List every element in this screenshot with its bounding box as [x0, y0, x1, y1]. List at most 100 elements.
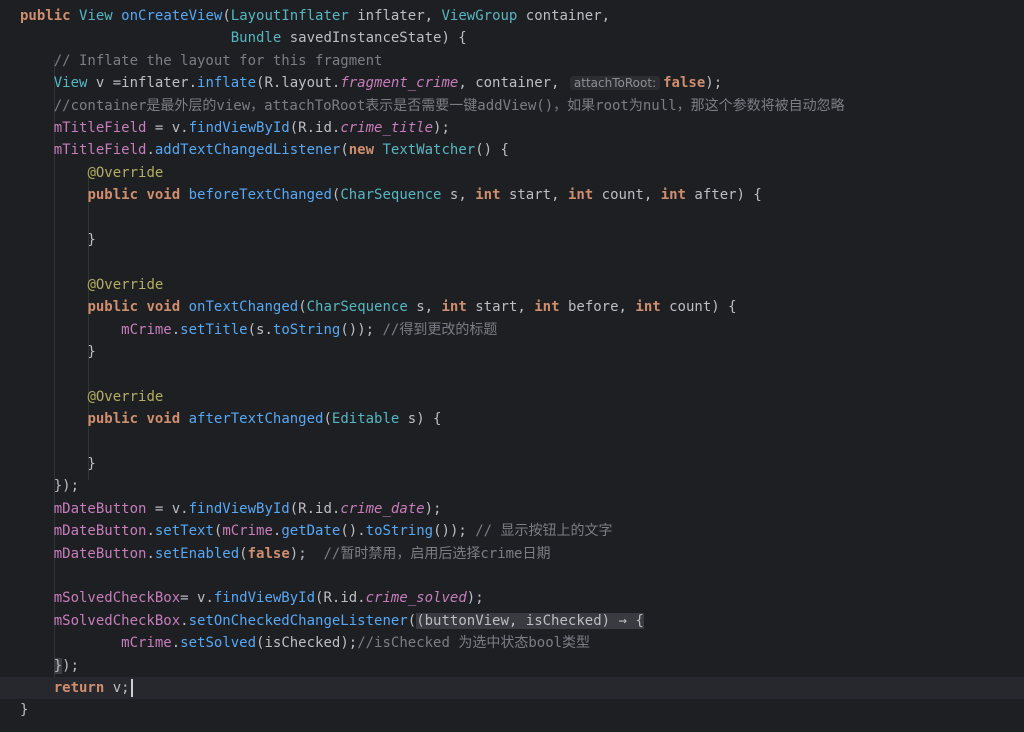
annotation-token: @Override	[87, 276, 164, 293]
code-token: = v.	[146, 120, 189, 136]
code-line[interactable]	[0, 363, 1024, 385]
code-token: .	[171, 635, 181, 652]
code-token: (	[298, 299, 307, 316]
lambda-token: (buttonView, isChecked) → {	[416, 612, 644, 629]
code-editor[interactable]: public View onCreateView(LayoutInflater …	[0, 0, 1024, 732]
comment-token: //isChecked 为选中状态bool类型	[357, 635, 591, 652]
code-line[interactable]: mCrime.setSolved(isChecked);//isChecked …	[0, 632, 1024, 654]
field-token: mDateButton	[53, 523, 147, 540]
code-token: before,	[559, 299, 636, 316]
code-line[interactable]: View v =inflater.inflate(R.layout.fragme…	[0, 72, 1024, 94]
code-line[interactable]: }	[0, 229, 1024, 251]
field-token: mDateButton	[53, 500, 147, 517]
keyword-token: void	[146, 299, 181, 316]
matched-brace: }	[53, 657, 63, 674]
method-token: onTextChanged	[188, 299, 299, 316]
method-token: setSolved	[180, 635, 257, 652]
code-token: container,	[517, 8, 611, 24]
code-token: (s.	[247, 321, 273, 338]
parameter-hint: attachToRoot:	[569, 76, 661, 91]
code-token: );	[466, 590, 484, 607]
method-token: setOnCheckedChangeListener	[188, 612, 408, 629]
code-line[interactable]: mTitleField = v.findViewById(R.id.crime_…	[0, 117, 1024, 139]
code-line[interactable]: public View onCreateView(LayoutInflater …	[0, 5, 1024, 27]
method-token: findViewById	[188, 120, 290, 136]
method-token: setEnabled	[154, 545, 240, 562]
code-token: ());	[340, 321, 383, 338]
field-token: mCrime	[121, 635, 172, 652]
code-line[interactable]: }	[0, 341, 1024, 363]
code-line[interactable]: }	[0, 453, 1024, 475]
code-line[interactable]: });	[0, 475, 1024, 497]
type-token: ViewGroup	[441, 8, 518, 24]
type-token: View	[53, 75, 88, 92]
code-line[interactable]	[0, 565, 1024, 587]
code-token: inflater,	[348, 8, 442, 24]
code-token: start,	[500, 187, 568, 204]
code-token: );	[62, 657, 80, 674]
code-line[interactable]: return v;	[0, 677, 1024, 700]
code-token: }	[20, 344, 96, 360]
comment-token: // 显示按钮上的文字	[475, 523, 613, 540]
code-line[interactable]: });	[0, 655, 1024, 677]
keyword-token: public	[87, 187, 139, 204]
code-line[interactable]: mSolvedCheckBox= v.findViewById(R.id.cri…	[0, 587, 1024, 609]
method-token: setTitle	[180, 321, 248, 338]
code-line[interactable]: Bundle savedInstanceState) {	[0, 27, 1024, 49]
keyword-token: public	[87, 299, 139, 316]
code-line[interactable]: @Override	[0, 274, 1024, 296]
code-token: .	[146, 142, 155, 159]
keyword-token: public	[87, 411, 139, 428]
type-token: TextWatcher	[382, 142, 476, 159]
code-token: after) {	[685, 187, 762, 204]
method-token: toString	[272, 321, 341, 338]
code-line[interactable]: mDateButton = v.findViewById(R.id.crime_…	[0, 498, 1024, 520]
code-line[interactable]: mTitleField.addTextChangedListener(new T…	[0, 139, 1024, 161]
code-token: (R.layout.	[256, 75, 341, 92]
code-line[interactable]	[0, 431, 1024, 453]
code-line[interactable]: public void beforeTextChanged(CharSequen…	[0, 184, 1024, 206]
constant-token: crime_title	[340, 120, 434, 136]
code-line[interactable]: public void onTextChanged(CharSequence s…	[0, 296, 1024, 318]
code-token: (R.id.	[315, 590, 366, 607]
code-token: ().	[340, 523, 366, 540]
code-line[interactable]: //container是最外层的view，attachToRoot表示是否需要一…	[0, 95, 1024, 117]
code-token: s) {	[399, 411, 442, 428]
code-line[interactable]: mSolvedCheckBox.setOnCheckedChangeListen…	[0, 610, 1024, 632]
code-line[interactable]	[0, 207, 1024, 229]
code-line[interactable]: @Override	[0, 162, 1024, 184]
code-token: }	[20, 456, 96, 472]
code-token: = v.	[180, 590, 214, 607]
code-token: );	[289, 545, 324, 562]
method-token: findViewById	[188, 500, 290, 517]
keyword-token: int	[475, 187, 501, 204]
code-line[interactable]: // Inflate the layout for this fragment	[0, 50, 1024, 72]
code-line[interactable]: mDateButton.setText(mCrime.getDate().toS…	[0, 520, 1024, 542]
field-token: mCrime	[222, 523, 273, 540]
code-line[interactable]: mCrime.setTitle(s.toString()); //得到更改的标题	[0, 319, 1024, 341]
code-token: (R.id.	[289, 500, 341, 517]
code-line[interactable]: }	[0, 699, 1024, 721]
comment-token: //暂时禁用，启用后选择crime日期	[323, 545, 551, 562]
code-line[interactable]	[0, 251, 1024, 273]
keyword-token: int	[441, 299, 467, 316]
code-line[interactable]: @Override	[0, 386, 1024, 408]
code-line[interactable]: mDateButton.setEnabled(false); //暂时禁用，启用…	[0, 543, 1024, 565]
text-caret	[130, 679, 133, 697]
code-token: (isChecked);	[256, 635, 358, 652]
constant-token: fragment_crime	[340, 75, 459, 92]
method-token: getDate	[281, 523, 341, 540]
method-token: toString	[365, 523, 434, 540]
code-line[interactable]: public void afterTextChanged(Editable s)…	[0, 408, 1024, 430]
type-token: Bundle	[230, 30, 282, 47]
comment-token: //container是最外层的view，attachToRoot表示是否需要一…	[53, 97, 845, 114]
